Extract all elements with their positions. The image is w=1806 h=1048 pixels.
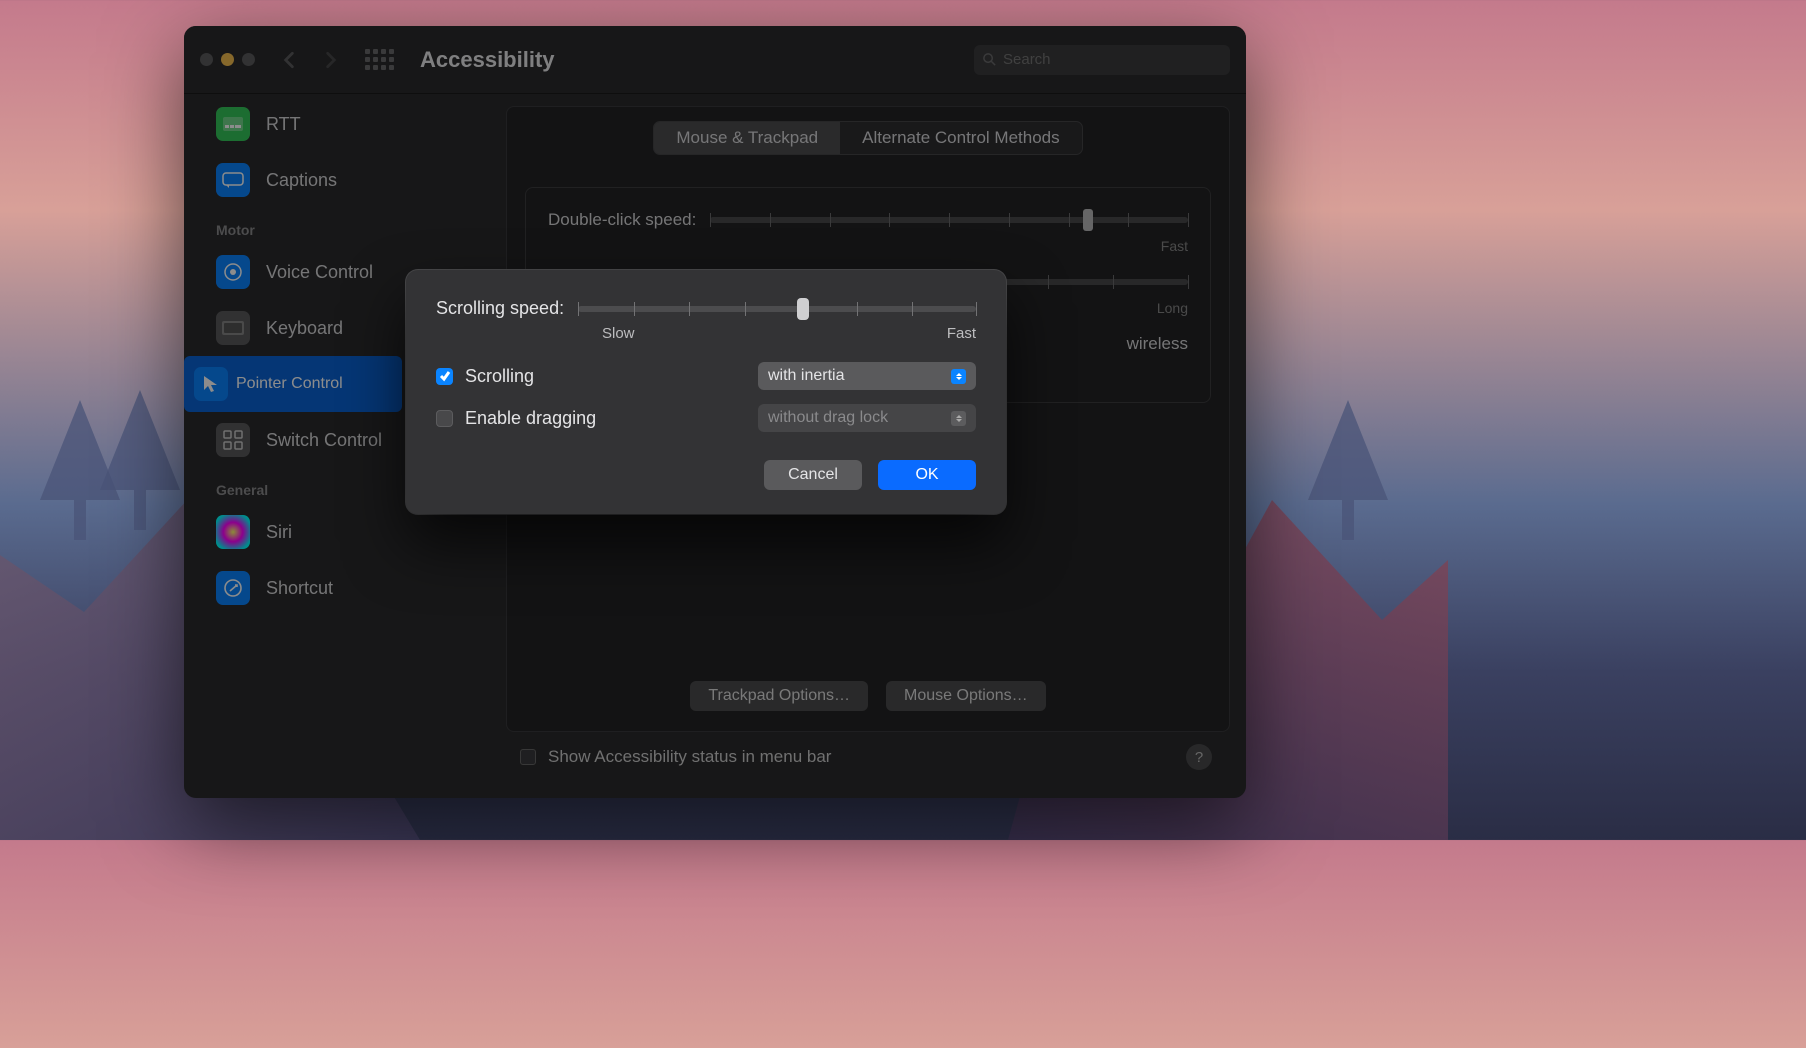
scrolling-speed-label: Scrolling speed: <box>436 298 564 319</box>
select-value: with inertia <box>768 367 844 385</box>
scrolling-label: Scrolling <box>465 366 534 387</box>
enable-dragging-label: Enable dragging <box>465 408 596 429</box>
trackpad-options-sheet: Scrolling speed: Slow Fast Scrolling wit… <box>406 270 1006 514</box>
enable-dragging-checkbox[interactable] <box>436 410 453 427</box>
slow-label: Slow <box>602 325 635 342</box>
cancel-button[interactable]: Cancel <box>764 460 862 490</box>
ok-button[interactable]: OK <box>878 460 976 490</box>
dragging-option-row: Enable dragging without drag lock <box>436 404 976 432</box>
scrolling-option-row: Scrolling with inertia <box>436 362 976 390</box>
fast-label: Fast <box>947 325 976 342</box>
scrolling-speed-slider[interactable] <box>578 306 976 312</box>
scrolling-checkbox[interactable] <box>436 368 453 385</box>
scrolling-mode-select[interactable]: with inertia <box>758 362 976 390</box>
select-value: without drag lock <box>768 409 888 427</box>
dragging-mode-select: without drag lock <box>758 404 976 432</box>
chevron-updown-icon <box>951 411 966 426</box>
chevron-updown-icon <box>951 369 966 384</box>
